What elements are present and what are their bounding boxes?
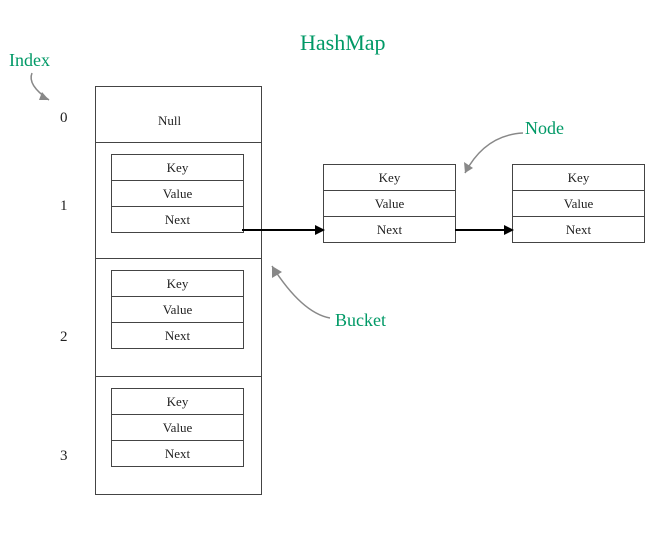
- diagram-title: HashMap: [300, 30, 386, 56]
- bucket-2: Key Value Next: [96, 259, 261, 377]
- index-2: 2: [60, 329, 68, 346]
- next-arrow-1-line: [242, 229, 317, 231]
- node-key: Key: [112, 389, 243, 415]
- chain-node-1: Key Value Next: [323, 164, 456, 243]
- node-value: Value: [112, 415, 243, 441]
- node-next: Next: [112, 207, 243, 233]
- node-value: Value: [112, 297, 243, 323]
- bucket-label: Bucket: [335, 310, 386, 331]
- index-label: Index: [9, 50, 50, 71]
- bucket-3-node: Key Value Next: [111, 388, 244, 467]
- node-next: Next: [112, 441, 243, 467]
- node-key: Key: [112, 155, 243, 181]
- node-key: Key: [513, 165, 644, 191]
- null-text: Null: [158, 113, 181, 129]
- node-value: Value: [112, 181, 243, 207]
- chain-node-2: Key Value Next: [512, 164, 645, 243]
- node-value: Value: [513, 191, 644, 217]
- bucket-0: Null: [96, 87, 261, 143]
- next-arrow-2-head: [504, 225, 514, 235]
- index-1: 1: [60, 198, 68, 215]
- next-arrow-1-head: [315, 225, 325, 235]
- node-key: Key: [324, 165, 455, 191]
- bucket-1: Key Value Next: [96, 143, 261, 259]
- index-arrow: [17, 70, 67, 110]
- node-value: Value: [324, 191, 455, 217]
- node-next: Next: [324, 217, 455, 243]
- bucket-column: Null Key Value Next Key Value Next Key V…: [95, 86, 262, 495]
- bucket-1-node: Key Value Next: [111, 154, 244, 233]
- next-arrow-2-line: [455, 229, 506, 231]
- index-3: 3: [60, 448, 68, 465]
- node-key: Key: [112, 271, 243, 297]
- bucket-arrow: [262, 258, 342, 328]
- node-next: Next: [513, 217, 644, 243]
- index-0: 0: [60, 110, 68, 127]
- node-next: Next: [112, 323, 243, 349]
- bucket-3: Key Value Next: [96, 377, 261, 495]
- bucket-2-node: Key Value Next: [111, 270, 244, 349]
